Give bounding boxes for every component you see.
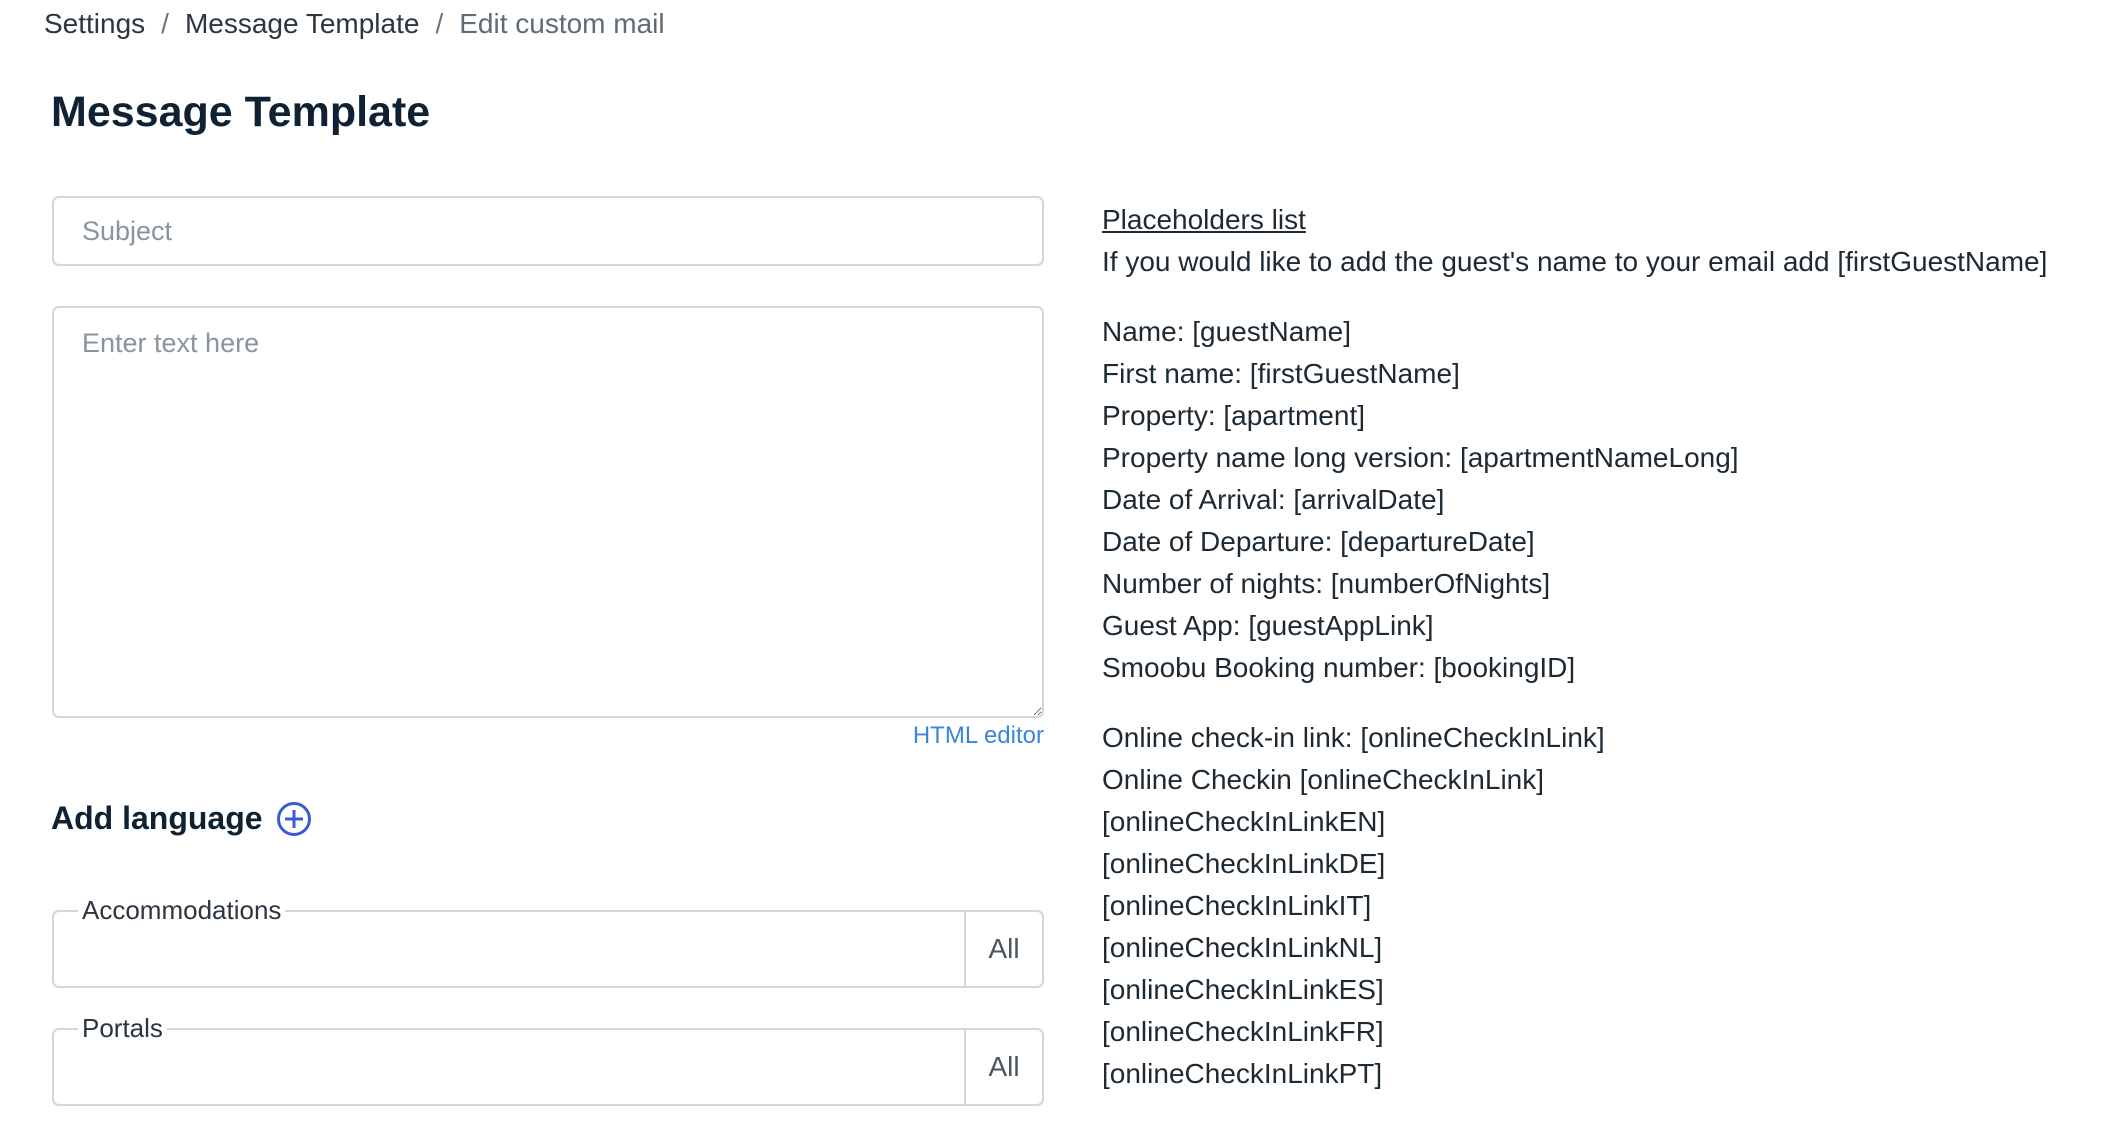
placeholder-item: [onlineCheckInLinkDE] [1102, 848, 1386, 879]
portals-label: Portals [78, 1013, 167, 1043]
accommodations-label: Accommodations [78, 895, 286, 925]
add-language: Add language [51, 800, 311, 837]
accommodations-all-button[interactable]: All [964, 912, 1042, 986]
placeholder-item: Property: [apartment] [1102, 400, 1366, 431]
html-editor-link[interactable]: HTML editor [913, 722, 1044, 750]
subject-input[interactable] [52, 196, 1044, 266]
placeholder-item: First name: [firstGuestName] [1102, 358, 1460, 389]
placeholders-list-link[interactable]: Placeholders list [1102, 204, 1306, 235]
placeholders-group-checkin: Online check-in link: [onlineCheckInLink… [1102, 717, 2102, 1095]
placeholder-item: Date of Departure: [departureDate] [1102, 526, 1535, 557]
placeholder-item: Property name long version: [apartmentNa… [1102, 442, 1739, 473]
breadcrumb-separator: / [161, 8, 169, 39]
breadcrumb-current: Edit custom mail [459, 8, 665, 39]
placeholders-intro: If you would like to add the guest's nam… [1102, 246, 2048, 277]
placeholder-item: [onlineCheckInLinkPT] [1102, 1058, 1383, 1089]
placeholder-item: Guest App: [guestAppLink] [1102, 610, 1434, 641]
add-language-label: Add language [51, 800, 263, 836]
placeholder-item: Name: [guestName] [1102, 316, 1351, 347]
placeholder-item: [onlineCheckInLinkNL] [1102, 932, 1383, 963]
placeholder-item: Date of Arrival: [arrivalDate] [1102, 484, 1445, 515]
placeholder-item: [onlineCheckInLinkEN] [1102, 806, 1386, 837]
placeholder-item: [onlineCheckInLinkES] [1102, 974, 1384, 1005]
placeholder-item: [onlineCheckInLinkIT] [1102, 890, 1372, 921]
placeholder-item: Smoobu Booking number: [bookingID] [1102, 652, 1576, 683]
placeholder-item: Online check-in link: [onlineCheckInLink… [1102, 722, 1605, 753]
accommodations-select[interactable]: Accommodations All [52, 895, 1044, 988]
placeholders-panel: Placeholders list If you would like to a… [1102, 199, 2102, 1095]
placeholder-item: Number of nights: [numberOfNights] [1102, 568, 1551, 599]
message-body-textarea[interactable] [52, 306, 1044, 718]
breadcrumb-message-template[interactable]: Message Template [185, 8, 420, 40]
page-title: Message Template [51, 88, 431, 136]
breadcrumb-settings[interactable]: Settings [44, 8, 145, 40]
placeholder-item: Online Checkin [onlineCheckInLink] [1102, 764, 1545, 795]
placeholders-group-guest: Name: [guestName] First name: [firstGues… [1102, 311, 2102, 689]
breadcrumb: Settings / Message Template / Edit custo… [44, 8, 665, 40]
placeholder-item: [onlineCheckInLinkFR] [1102, 1016, 1384, 1047]
breadcrumb-separator: / [435, 8, 444, 39]
portals-select[interactable]: Portals All [52, 1013, 1044, 1106]
plus-circle-icon[interactable] [276, 801, 311, 836]
portals-all-button[interactable]: All [964, 1030, 1042, 1104]
